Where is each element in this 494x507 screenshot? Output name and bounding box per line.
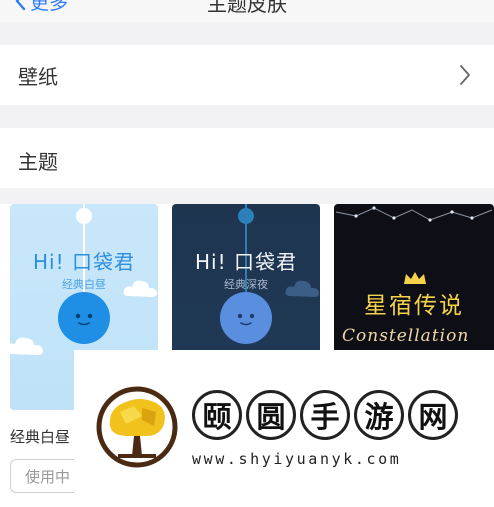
chevron-right-icon bbox=[460, 65, 470, 85]
theme-card-title: Hi! 口袋君 bbox=[195, 250, 297, 274]
mascot-face-icon bbox=[58, 292, 110, 344]
page-title: 主题皮肤 bbox=[207, 0, 287, 16]
mascot-face-icon bbox=[220, 292, 272, 344]
theme-card-title: Hi! 口袋君 bbox=[33, 250, 135, 274]
cloud-icon bbox=[123, 280, 157, 297]
watermark: 颐 圆 手 游 网 www.shyiyuanyk.com bbox=[74, 350, 494, 507]
theme-header: 主题 bbox=[18, 150, 58, 174]
tree-logo-icon bbox=[96, 386, 178, 468]
theme-card-title: 星宿传说 bbox=[364, 293, 464, 319]
cloud-icon bbox=[10, 337, 43, 355]
theme-card-script: Constellation bbox=[342, 326, 470, 346]
wallpaper-row[interactable]: 壁纸 bbox=[0, 45, 494, 105]
theme-card-label: 经典白昼 bbox=[10, 428, 71, 446]
watermark-char: 网 bbox=[408, 390, 458, 440]
constellation-lines-icon bbox=[335, 206, 493, 222]
section-divider bbox=[0, 188, 494, 204]
cloud-icon bbox=[285, 280, 319, 297]
wallpaper-label: 壁纸 bbox=[18, 64, 58, 89]
nav-bar: 更多 主题皮肤 bbox=[0, 0, 494, 22]
watermark-char: 游 bbox=[354, 390, 404, 440]
pendulum-bead bbox=[238, 208, 254, 224]
watermark-url: www.shyiyuanyk.com bbox=[192, 450, 402, 468]
pendulum-bead bbox=[76, 208, 92, 224]
watermark-char: 颐 bbox=[192, 390, 242, 440]
watermark-char: 圆 bbox=[246, 390, 296, 440]
watermark-title: 颐 圆 手 游 网 bbox=[192, 390, 458, 440]
crown-icon bbox=[404, 272, 426, 284]
watermark-char: 手 bbox=[300, 390, 350, 440]
